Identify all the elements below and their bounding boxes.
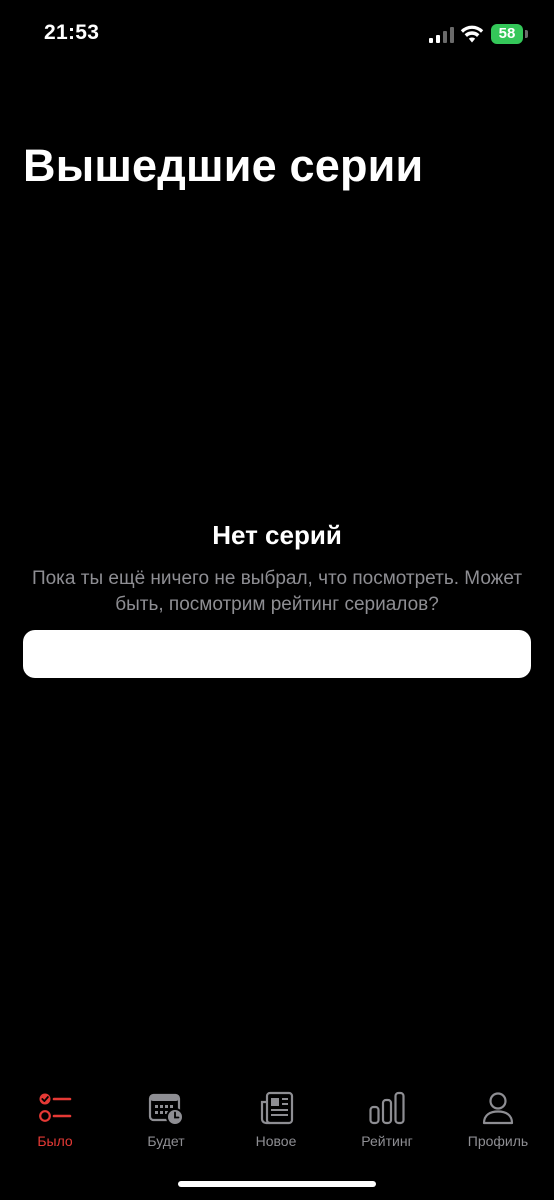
tab-label: Рейтинг (361, 1133, 413, 1149)
tab-label: Было (37, 1133, 73, 1149)
battery-cap (525, 30, 528, 38)
cellular-signal-icon (429, 27, 454, 43)
tab-upcoming[interactable]: Будет (116, 1082, 216, 1152)
tab-label: Профиль (467, 1133, 529, 1149)
tab-profile[interactable]: Профиль (448, 1082, 548, 1152)
wifi-icon (460, 25, 484, 43)
newspaper-icon (260, 1091, 294, 1125)
tab-bar: Было Будет Новое Рейтинг Профиль (0, 1082, 554, 1162)
battery-indicator: 58 (491, 24, 529, 44)
checklist-icon (39, 1093, 72, 1122)
tab-rating[interactable]: Рейтинг (337, 1082, 437, 1152)
bar-chart-icon (369, 1091, 405, 1125)
calendar-clock-icon (148, 1093, 184, 1126)
status-bar: 21:53 58 (0, 0, 554, 70)
page-title: Вышедшие серии (23, 140, 424, 191)
home-indicator[interactable] (178, 1181, 376, 1187)
empty-state-description: Пока ты ещё ничего не выбрал, что посмот… (31, 568, 523, 615)
tab-new[interactable]: Новое (226, 1082, 326, 1152)
battery-percentage: 58 (498, 25, 516, 42)
empty-state: Нет серий (0, 520, 554, 551)
status-time: 21:53 (44, 21, 100, 44)
view-rating-button[interactable] (23, 630, 531, 678)
tab-was[interactable]: Было (5, 1082, 105, 1152)
tab-label: Новое (255, 1133, 297, 1149)
tab-label: Будет (147, 1133, 185, 1149)
empty-state-title: Нет серий (212, 520, 342, 550)
person-icon (482, 1092, 514, 1125)
